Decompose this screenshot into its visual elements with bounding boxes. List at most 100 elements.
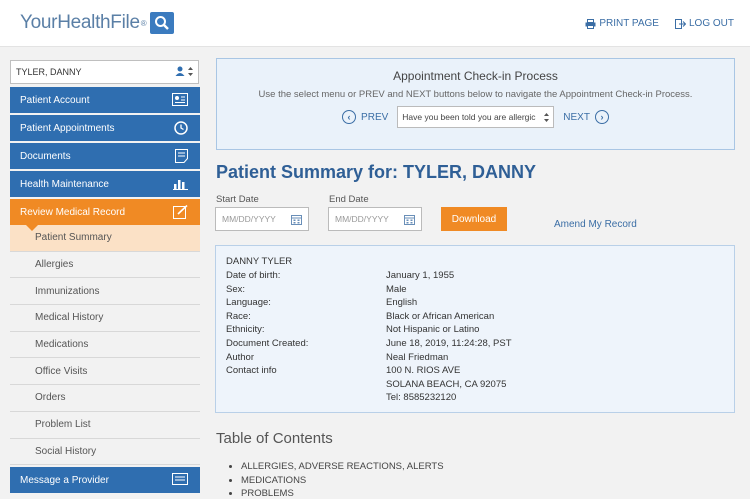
logout-icon: [674, 18, 686, 29]
patient-info-panel: DANNY TYLER Date of birth: January 1, 195…: [215, 245, 735, 413]
sidebar: TYLER, DANNY Patient Account Patient App…: [10, 60, 200, 467]
toc-title: Table of Contents: [216, 430, 333, 447]
info-row: Author Neal Friedman: [226, 351, 724, 365]
checkin-description: Use the select menu or PREV and NEXT but…: [258, 89, 693, 100]
info-value: Male: [386, 283, 407, 295]
sub-item-office-visits[interactable]: Office Visits: [10, 358, 200, 386]
app-header: YourHealthFile ® PRINT PAGE LOG OUT: [0, 0, 750, 47]
info-key: Author: [226, 351, 254, 363]
updown-arrows-icon: [544, 112, 550, 122]
info-value: Neal Friedman: [386, 351, 449, 363]
logo[interactable]: YourHealthFile ®: [20, 12, 175, 34]
logout-link[interactable]: LOG OUT: [674, 18, 734, 29]
sub-item-patient-summary[interactable]: Patient Summary: [10, 225, 200, 252]
sub-item-medications[interactable]: Medications: [10, 332, 200, 359]
message-icon: [172, 473, 188, 485]
toc-item[interactable]: MEDICATIONS: [241, 474, 444, 488]
end-date-label: End Date: [329, 194, 369, 205]
info-row: Race: Black or African American: [226, 310, 724, 324]
info-row: Tel: 8585232120: [226, 391, 724, 405]
page-title: Patient Summary for: TYLER, DANNY: [216, 162, 537, 182]
printer-icon: [585, 18, 596, 29]
nav-patient-account[interactable]: Patient Account: [10, 87, 200, 113]
calendar-icon[interactable]: [404, 214, 415, 225]
info-value: Black or African American: [386, 310, 495, 322]
info-key: Language:: [226, 297, 271, 309]
info-row: Sex: Male: [226, 283, 724, 297]
amend-record-link[interactable]: Amend My Record: [554, 219, 637, 230]
info-value: 100 N. RIOS AVE: [386, 365, 461, 377]
prev-button[interactable]: PREV: [361, 112, 388, 123]
nav-health-maintenance[interactable]: Health Maintenance: [10, 171, 200, 197]
info-key: Date of birth:: [226, 270, 281, 281]
prev-arrow-icon[interactable]: ‹: [342, 110, 357, 124]
end-date-placeholder: MM/DD/YYYY: [335, 214, 389, 224]
sub-item-immunizations[interactable]: Immunizations: [10, 278, 200, 306]
sub-item-allergies[interactable]: Allergies: [10, 252, 200, 279]
user-icon: [175, 66, 185, 76]
logo-registered-mark: ®: [140, 18, 147, 28]
edit-icon: [173, 205, 188, 219]
info-key: Race:: [226, 310, 251, 322]
nav-review-medical-record[interactable]: Review Medical Record: [10, 199, 200, 231]
patient-select-value: TYLER, DANNY: [16, 67, 82, 77]
print-page-link[interactable]: PRINT PAGE: [585, 18, 659, 29]
sub-item-orders[interactable]: Orders: [10, 385, 200, 412]
magnifier-icon: [150, 12, 175, 34]
info-value: SOLANA BEACH, CA 92075: [386, 378, 507, 390]
info-value: Tel: 8585232120: [386, 392, 457, 404]
info-key: Ethnicity:: [226, 324, 265, 336]
clock-icon: [174, 121, 188, 135]
toc-item[interactable]: PROBLEMS: [241, 487, 444, 499]
start-date-label: Start Date: [216, 194, 259, 205]
print-page-label: PRINT PAGE: [599, 18, 659, 29]
info-value: June 18, 2019, 11:24:28, PST: [386, 337, 512, 349]
info-row: Language: English: [226, 296, 724, 310]
logo-text: YourHealthFile: [20, 12, 140, 33]
nav-label: Documents: [20, 150, 71, 162]
medical-record-submenu: Patient Summary Allergies Immunizations …: [10, 225, 200, 466]
nav-label: Health Maintenance: [20, 178, 109, 190]
info-value: January 1, 1955: [386, 270, 455, 281]
start-date-placeholder: MM/DD/YYYY: [222, 214, 276, 224]
end-date-input[interactable]: MM/DD/YYYY: [328, 207, 422, 231]
info-value: Not Hispanic or Latino: [386, 324, 480, 336]
sub-item-social-history[interactable]: Social History: [10, 439, 200, 466]
info-row: SOLANA BEACH, CA 92075: [226, 378, 724, 392]
patient-select[interactable]: TYLER, DANNY: [10, 60, 199, 84]
toc-item[interactable]: ALLERGIES, ADVERSE REACTIONS, ALERTS: [241, 460, 444, 474]
sub-item-problem-list[interactable]: Problem List: [10, 412, 200, 439]
info-row: Document Created: June 18, 2019, 11:24:28…: [226, 337, 724, 351]
info-value: English: [386, 297, 418, 309]
checkin-title: Appointment Check-in Process: [393, 69, 558, 83]
id-card-icon: [172, 93, 188, 106]
info-key: Sex:: [226, 283, 246, 295]
info-row: Ethnicity: Not Hispanic or Latino: [226, 323, 724, 337]
updown-arrows-icon: [188, 66, 193, 76]
calendar-icon[interactable]: [291, 214, 302, 225]
download-button[interactable]: Download: [441, 207, 507, 231]
nav-label: Review Medical Record: [20, 206, 126, 218]
checkin-panel: Appointment Check-in Process Use the sel…: [216, 58, 735, 150]
start-date-input[interactable]: MM/DD/YYYY: [215, 207, 309, 231]
info-key: [226, 378, 386, 392]
logout-label: LOG OUT: [688, 18, 734, 29]
nav-message-provider[interactable]: Message a Provider: [10, 467, 200, 493]
document-icon: [175, 149, 188, 163]
info-row: Contact info 100 N. RIOS AVE: [226, 364, 724, 378]
nav-patient-appointments[interactable]: Patient Appointments: [10, 115, 200, 141]
checkin-step-select[interactable]: Have you been told you are allergic: [397, 106, 555, 128]
nav-label: Message a Provider: [20, 474, 109, 486]
sub-item-medical-history[interactable]: Medical History: [10, 305, 200, 332]
toc-list: ALLERGIES, ADVERSE REACTIONS, ALERTS MED…: [233, 460, 444, 499]
nav-documents[interactable]: Documents: [10, 143, 200, 169]
next-button[interactable]: NEXT: [563, 112, 590, 123]
info-key: Contact info: [226, 365, 277, 377]
patient-name: DANNY TYLER: [226, 256, 293, 267]
info-key: Document Created:: [226, 337, 309, 349]
checkin-step-value: Have you been told you are allergic: [402, 112, 536, 122]
next-arrow-icon[interactable]: ›: [594, 110, 609, 124]
bar-chart-icon: [173, 180, 188, 190]
info-row: Date of birth: January 1, 1955: [226, 269, 724, 283]
nav-label: Patient Appointments: [20, 122, 115, 134]
